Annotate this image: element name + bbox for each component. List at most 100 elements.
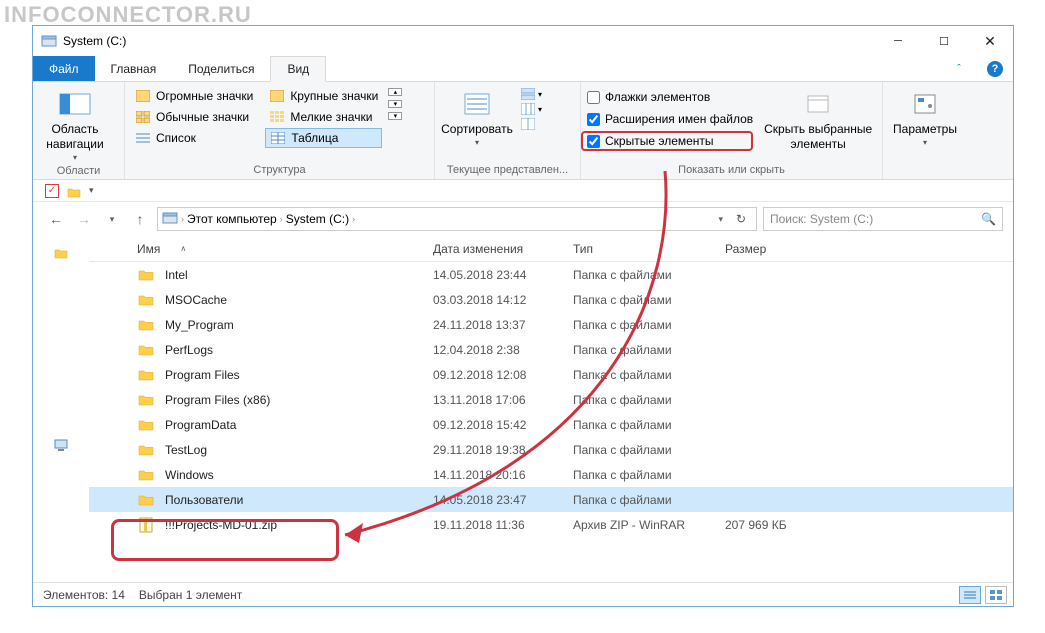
item-name: Program Files xyxy=(165,368,433,382)
tab-main[interactable]: Главная xyxy=(95,56,173,81)
search-input[interactable]: Поиск: System (C:) 🔍 xyxy=(763,207,1003,231)
list-item[interactable]: My_Program24.11.2018 13:37Папка с файлам… xyxy=(89,312,1013,337)
list-item[interactable]: Windows14.11.2018 20:16Папка с файлами xyxy=(89,462,1013,487)
folder-icon xyxy=(137,367,155,383)
folder-icon xyxy=(137,292,155,308)
details-view-button[interactable] xyxy=(959,586,981,604)
list-item[interactable]: TestLog29.11.2018 19:38Папка с файлами xyxy=(89,437,1013,462)
help-button[interactable]: ? xyxy=(977,56,1013,81)
item-type: Папка с файлами xyxy=(573,468,725,482)
status-count: Элементов: 14 xyxy=(43,588,125,602)
view-table[interactable]: Таблица xyxy=(265,128,382,148)
minimize-button[interactable]: ─ xyxy=(875,26,921,56)
maximize-button[interactable]: ☐ xyxy=(921,26,967,56)
list-item[interactable]: Program Files (x86)13.11.2018 17:06Папка… xyxy=(89,387,1013,412)
folder-icon xyxy=(137,342,155,358)
tab-file[interactable]: Файл xyxy=(33,56,95,81)
titlebar: System (C:) ─ ☐ ✕ xyxy=(33,26,1013,56)
item-date: 09.12.2018 15:42 xyxy=(433,418,573,432)
item-type: Архив ZIP - WinRAR xyxy=(573,518,725,532)
view-large[interactable]: Крупные значки xyxy=(265,86,382,106)
back-button[interactable]: ← xyxy=(45,208,67,230)
search-placeholder: Поиск: System (C:) xyxy=(770,212,873,226)
view-huge[interactable]: Огромные значки xyxy=(131,86,257,106)
col-type[interactable]: Тип xyxy=(573,236,725,261)
item-name: Intel xyxy=(165,268,433,282)
list-header: Имя ∧ Дата изменения Тип Размер xyxy=(89,236,1013,262)
list-item[interactable]: Program Files09.12.2018 12:08Папка с фай… xyxy=(89,362,1013,387)
crumb-drive[interactable]: System (C:)› xyxy=(286,212,355,226)
list-item[interactable]: ProgramData09.12.2018 15:42Папка с файла… xyxy=(89,412,1013,437)
col-date[interactable]: Дата изменения xyxy=(433,236,573,261)
hidden-items-toggle[interactable]: Скрытые элементы xyxy=(581,131,753,151)
layout-scroll-down[interactable]: ▾ xyxy=(388,100,402,108)
up-button[interactable]: ↑ xyxy=(129,208,151,230)
status-selection: Выбран 1 элемент xyxy=(139,588,242,602)
item-type: Папка с файлами xyxy=(573,268,725,282)
forward-button[interactable]: → xyxy=(73,208,95,230)
view-list[interactable]: Список xyxy=(131,128,257,148)
item-name: Windows xyxy=(165,468,433,482)
breadcrumb-dropdown[interactable]: ▾ xyxy=(714,214,727,225)
item-type: Папка с файлами xyxy=(573,493,725,507)
folder-icon xyxy=(137,317,155,333)
item-name: TestLog xyxy=(165,443,433,457)
folder-icon xyxy=(137,442,155,458)
size-columns-button[interactable] xyxy=(521,118,542,130)
list-item[interactable]: Intel14.05.2018 23:44Папка с файлами xyxy=(89,262,1013,287)
group-by-button[interactable]: ▾ xyxy=(521,88,542,100)
col-size[interactable]: Размер xyxy=(725,236,865,261)
item-date: 09.12.2018 12:08 xyxy=(433,368,573,382)
item-name: My_Program xyxy=(165,318,433,332)
tab-share[interactable]: Поделиться xyxy=(172,56,270,81)
view-medium[interactable]: Обычные значки xyxy=(131,107,257,127)
breadcrumb-bar[interactable]: › Этот компьютер› System (C:)› ▾ ↻ xyxy=(157,207,757,231)
crumb-pc[interactable]: Этот компьютер› xyxy=(187,212,283,226)
item-name: ProgramData xyxy=(165,418,433,432)
ribbon-collapse[interactable]: ˆ xyxy=(941,56,977,81)
add-columns-button[interactable]: ▾ xyxy=(521,103,542,115)
recent-dropdown[interactable]: ▾ xyxy=(101,208,123,230)
item-type: Папка с файлами xyxy=(573,293,725,307)
qat-checkbox[interactable]: ✓ xyxy=(45,184,59,198)
qat-folder-icon xyxy=(67,185,81,197)
item-checkboxes-toggle[interactable]: Флажки элементов xyxy=(587,87,753,107)
layout-more[interactable]: ▾ xyxy=(388,112,402,120)
item-date: 14.05.2018 23:44 xyxy=(433,268,573,282)
group-layout-label: Структура xyxy=(131,162,428,179)
sort-icon xyxy=(461,88,493,120)
close-button[interactable]: ✕ xyxy=(967,26,1013,56)
zip-icon xyxy=(137,517,155,533)
refresh-button[interactable]: ↻ xyxy=(730,212,752,226)
options-button[interactable]: Параметры▾ xyxy=(889,86,961,148)
qat-dropdown[interactable]: ▾ xyxy=(89,185,94,196)
hide-selected-button[interactable]: Скрыть выбранные элементы xyxy=(763,86,873,152)
list-item[interactable]: Пользователи14.05.2018 23:47Папка с файл… xyxy=(89,487,1013,512)
sort-asc-icon: ∧ xyxy=(180,244,186,253)
drive-icon xyxy=(41,34,57,48)
address-bar: ← → ▾ ↑ › Этот компьютер› System (C:)› ▾… xyxy=(33,202,1013,236)
item-date: 13.11.2018 17:06 xyxy=(433,393,573,407)
sort-button[interactable]: Сортировать▾ xyxy=(441,86,513,148)
navigation-pane-button[interactable]: Область навигации ▾ xyxy=(39,86,111,163)
list-item[interactable]: MSOCache03.03.2018 14:12Папка с файлами xyxy=(89,287,1013,312)
file-extensions-toggle[interactable]: Расширения имен файлов xyxy=(587,109,753,129)
item-name: PerfLogs xyxy=(165,343,433,357)
navpane-label: Область навигации xyxy=(39,122,111,152)
view-small[interactable]: Мелкие значки xyxy=(265,107,382,127)
tree-pc-icon xyxy=(53,438,69,456)
item-date: 24.11.2018 13:37 xyxy=(433,318,573,332)
item-name: !!!Projects-MD-01.zip xyxy=(165,518,433,532)
col-name[interactable]: Имя xyxy=(137,242,160,256)
item-date: 14.11.2018 20:16 xyxy=(433,468,573,482)
list-item[interactable]: PerfLogs12.04.2018 2:38Папка с файлами xyxy=(89,337,1013,362)
thumbnails-view-button[interactable] xyxy=(985,586,1007,604)
explorer-window: System (C:) ─ ☐ ✕ Файл Главная Поделитьс… xyxy=(32,25,1014,607)
tab-view[interactable]: Вид xyxy=(270,56,326,82)
item-name: MSOCache xyxy=(165,293,433,307)
list-item[interactable]: !!!Projects-MD-01.zip19.11.2018 11:36Арх… xyxy=(89,512,1013,537)
navigation-tree[interactable] xyxy=(33,236,89,582)
hide-icon xyxy=(802,88,834,120)
item-type: Папка с файлами xyxy=(573,443,725,457)
layout-scroll-up[interactable]: ▴ xyxy=(388,88,402,96)
